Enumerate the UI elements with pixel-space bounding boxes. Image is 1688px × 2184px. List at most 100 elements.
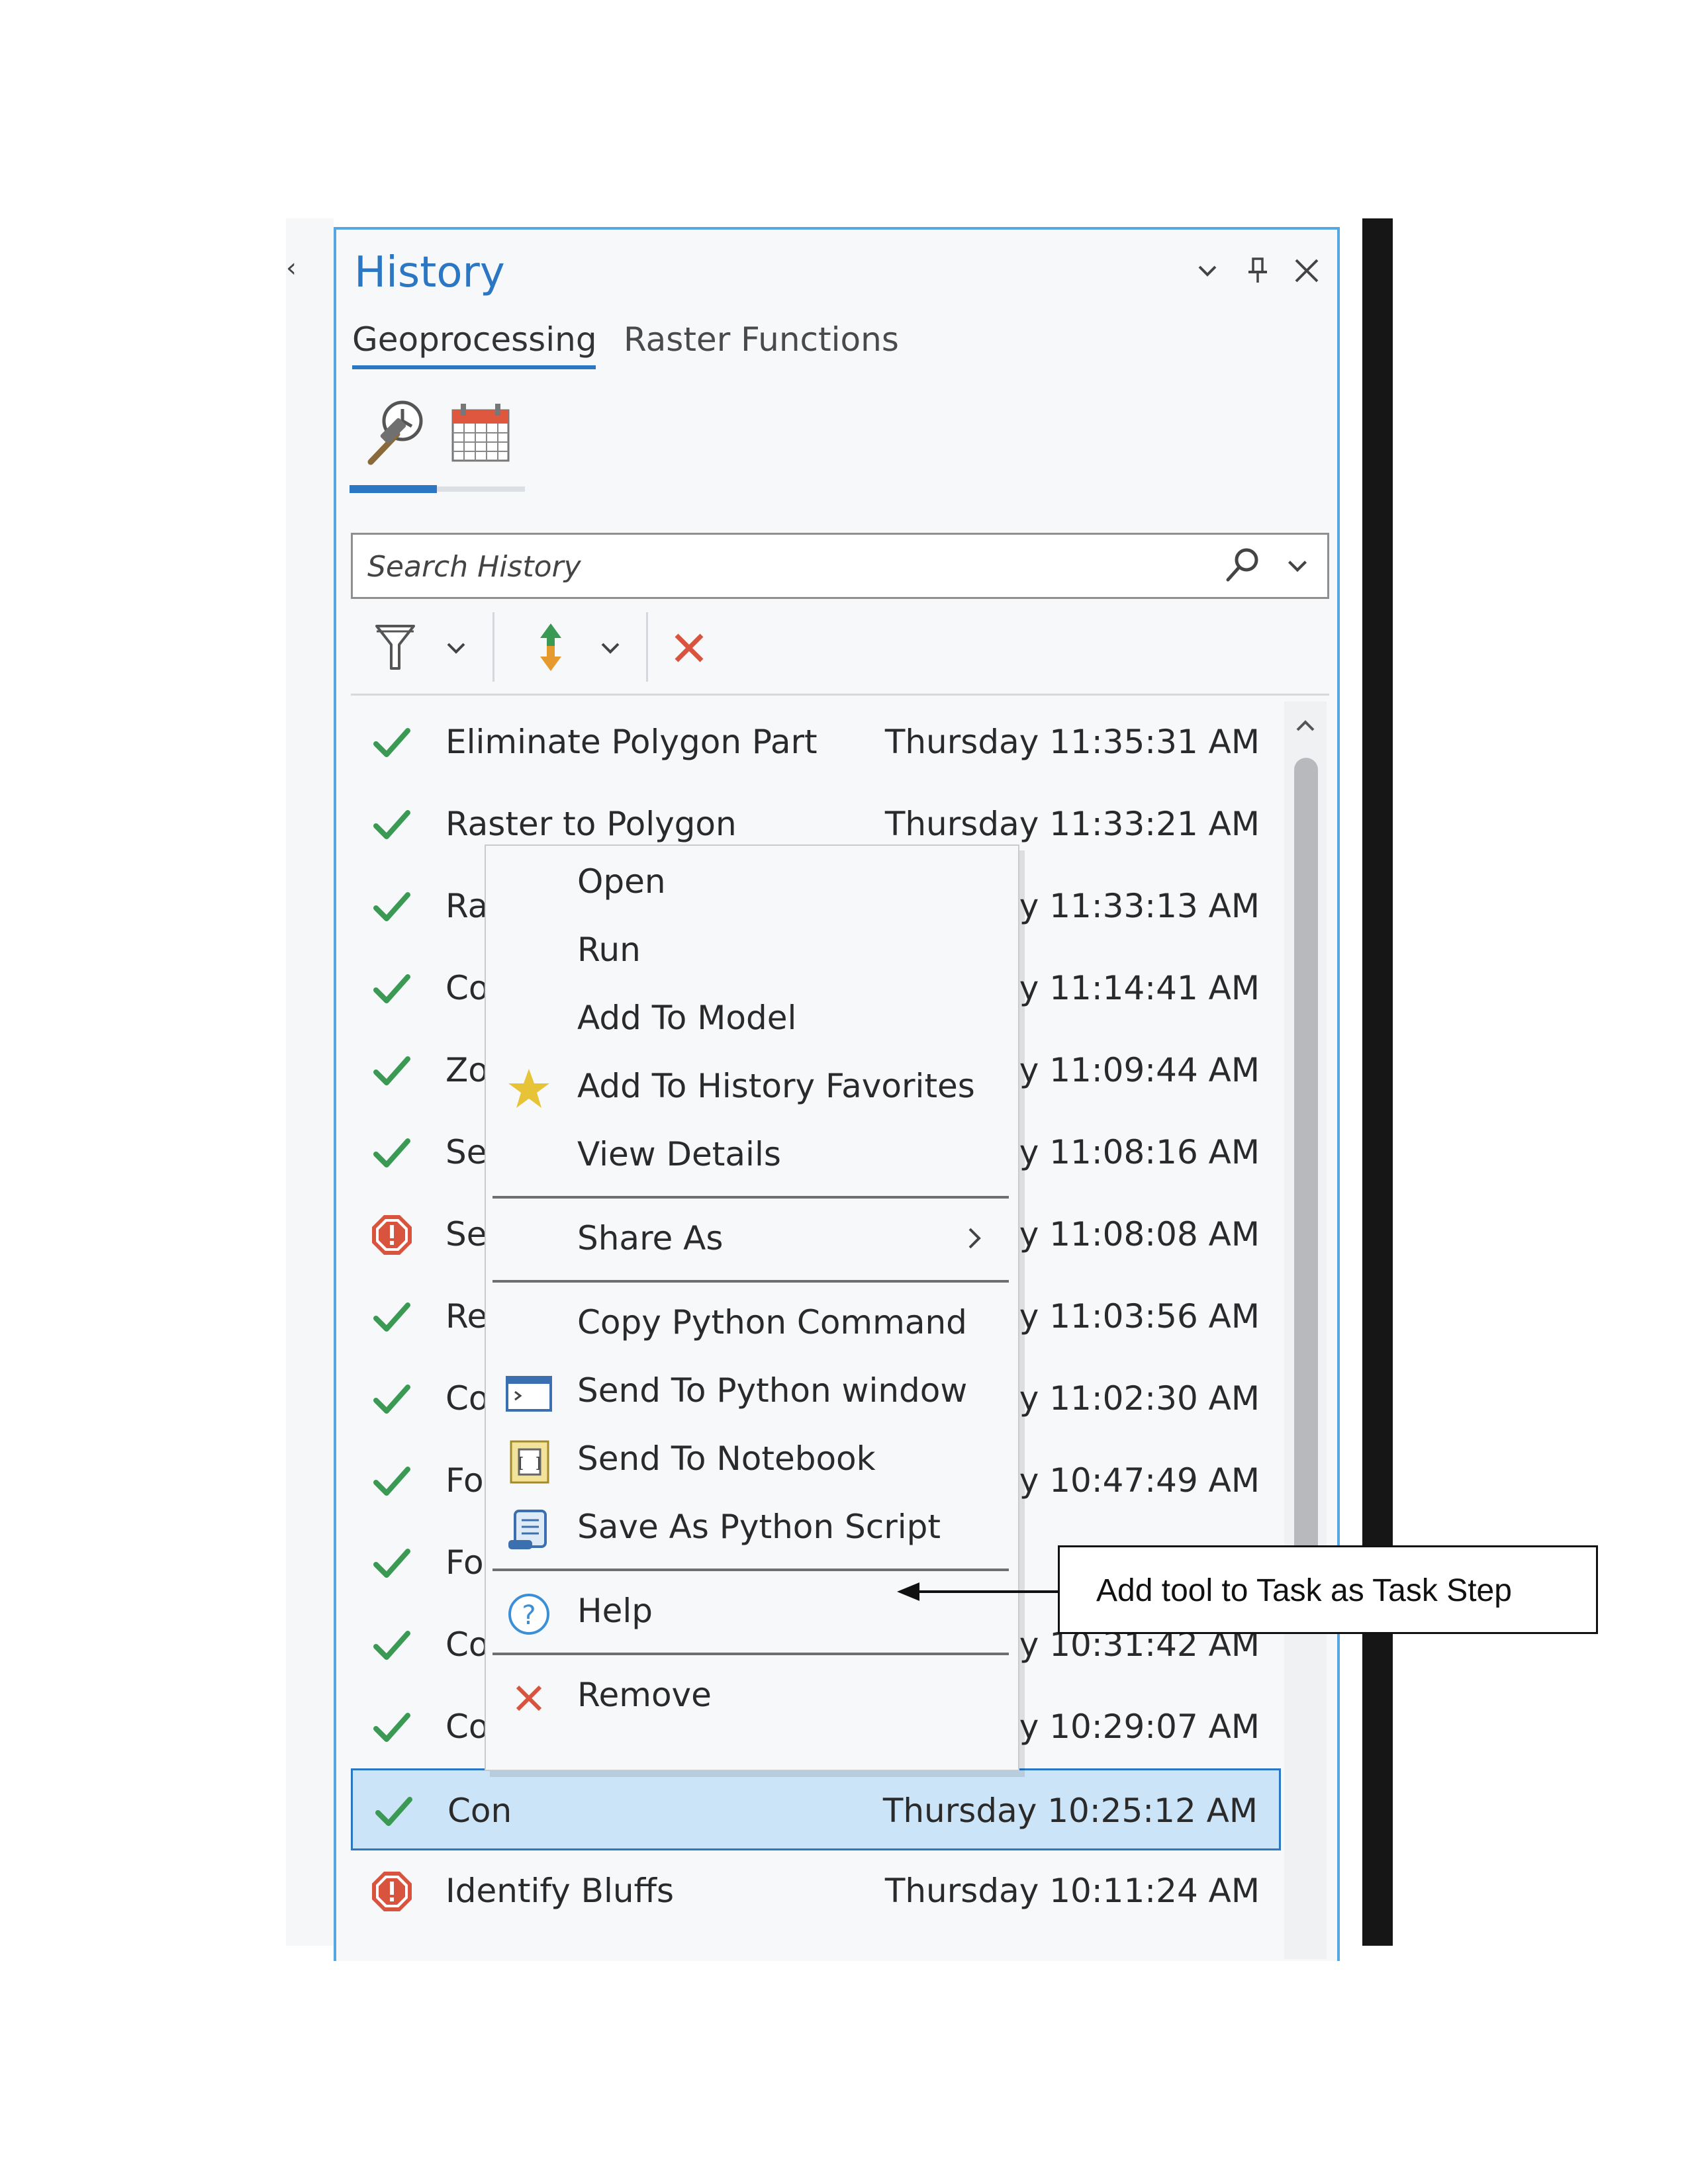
menu-separator — [492, 1569, 1009, 1571]
search-input[interactable] — [366, 543, 1216, 590]
history-tool-name: Raster to Polygon — [445, 805, 737, 843]
history-timestamp: Thursday 10:25:12 AM — [882, 1792, 1258, 1830]
menu-item-label: Add To Model — [577, 999, 797, 1037]
svg-text:[ ]: [ ] — [516, 1455, 543, 1472]
menu-item-label: Remove — [577, 1676, 712, 1714]
success-check-icon — [373, 1138, 410, 1167]
calendar-icon[interactable] — [449, 401, 512, 465]
callout-text: Add tool to Task as Task Step — [1096, 1573, 1512, 1608]
menu-item-label: Save As Python Script — [577, 1508, 941, 1546]
toolbar-separator — [492, 612, 494, 682]
search-icon[interactable] — [1221, 544, 1264, 586]
history-tool-name: Co — [445, 969, 489, 1007]
error-icon — [372, 1215, 412, 1255]
sort-chevron-icon[interactable] — [594, 632, 626, 664]
menu-separator — [492, 1653, 1009, 1655]
history-tool-name: Ra — [445, 887, 489, 925]
menu-item-send-to-python-window[interactable]: Send To Python window — [486, 1357, 1018, 1424]
history-row[interactable]: Identify Bluffs Thursday 10:11:24 AM — [351, 1850, 1281, 1933]
menu-item-label: Send To Notebook — [577, 1439, 876, 1478]
success-check-icon — [373, 1713, 410, 1742]
pane-gap — [1342, 218, 1362, 1946]
menu-item-share-as[interactable]: Share As — [486, 1205, 1018, 1271]
scroll-up-icon[interactable] — [1291, 711, 1320, 741]
menu-item-add-to-model[interactable]: Add To Model — [486, 985, 1018, 1051]
menu-item-view-details[interactable]: View Details — [486, 1121, 1018, 1187]
submenu-chevron-right-icon — [968, 1228, 981, 1249]
menu-item-label: Send To Python window — [577, 1371, 968, 1410]
success-check-icon — [373, 1467, 410, 1496]
menu-item-send-to-notebook[interactable]: [ ] Send To Notebook — [486, 1426, 1018, 1492]
history-timestamp: Thursday 11:35:31 AM — [884, 723, 1260, 761]
history-tool-name: Fo — [445, 1461, 484, 1500]
toolbar-separator — [646, 612, 648, 682]
star-icon — [508, 1069, 549, 1108]
menu-item-label: Run — [577, 931, 641, 969]
filter-icon[interactable] — [374, 622, 416, 672]
pane-edge-bar — [1362, 218, 1393, 1946]
history-tool-name: Re — [445, 1297, 488, 1336]
sort-icon[interactable] — [530, 622, 572, 672]
history-tool-name: Con — [447, 1792, 512, 1830]
annotation-callout: Add tool to Task as Task Step — [1058, 1545, 1598, 1634]
adjacent-pane-strip — [286, 218, 334, 1946]
scrollbar-thumb[interactable] — [1294, 758, 1318, 1572]
success-check-icon — [373, 974, 410, 1003]
history-tool-name: Se — [445, 1133, 487, 1171]
close-icon[interactable] — [1291, 255, 1323, 287]
history-timestamp: Thursday 10:11:24 AM — [884, 1872, 1260, 1910]
pin-icon[interactable] — [1242, 255, 1274, 287]
remove-icon — [516, 1685, 542, 1711]
menu-separator — [492, 1280, 1009, 1283]
menu-item-run[interactable]: Run — [486, 917, 1018, 983]
search-options-chevron-icon[interactable] — [1281, 549, 1314, 582]
success-check-icon — [373, 1549, 410, 1578]
history-tool-name: Co — [445, 1379, 489, 1418]
success-check-icon — [373, 728, 410, 757]
success-check-icon — [373, 1385, 410, 1414]
view-toggle-active-indicator — [350, 485, 437, 493]
callout-arrow — [897, 1582, 1059, 1601]
tab-geoprocessing[interactable]: Geoprocessing — [352, 319, 597, 360]
options-chevron-icon[interactable] — [1192, 255, 1223, 287]
history-tool-name: Eliminate Polygon Part — [445, 723, 818, 761]
notebook-icon: [ ] — [510, 1440, 549, 1484]
tab-raster-functions[interactable]: Raster Functions — [624, 319, 899, 360]
history-tool-name: Se — [445, 1215, 487, 1253]
svg-text:?: ? — [522, 1600, 536, 1631]
menu-separator — [492, 1196, 1009, 1199]
menu-item-label: Help — [577, 1592, 653, 1630]
pane-title: History — [354, 248, 505, 297]
search-box[interactable] — [351, 533, 1329, 599]
menu-item-remove[interactable]: Remove — [486, 1662, 1018, 1728]
history-tool-name: Co — [445, 1707, 489, 1746]
history-timestamp: Thursday 11:33:21 AM — [884, 805, 1260, 843]
menu-item-label: View Details — [577, 1135, 781, 1173]
menu-item-open[interactable]: Open — [486, 848, 1018, 915]
menu-item-label: Add To History Favorites — [577, 1067, 975, 1105]
python-window-icon — [506, 1376, 552, 1412]
menu-item-label: Open — [577, 862, 666, 901]
menu-item-copy-python-command[interactable]: Copy Python Command — [486, 1289, 1018, 1355]
toolbar-divider — [351, 694, 1329, 696]
history-row[interactable]: Eliminate Polygon Part Thursday 11:35:31 … — [351, 702, 1281, 784]
success-check-icon — [373, 1056, 410, 1085]
menu-item-add-to-history-favorites[interactable]: Add To History Favorites — [486, 1053, 1018, 1119]
collapse-left-icon[interactable]: ‹ — [286, 255, 306, 281]
success-check-icon — [373, 1631, 410, 1660]
clear-history-icon[interactable] — [670, 629, 708, 667]
error-icon — [372, 1872, 412, 1911]
success-check-icon — [375, 1797, 412, 1826]
success-check-icon — [373, 810, 410, 839]
menu-item-save-as-python-script[interactable]: Save As Python Script — [486, 1494, 1018, 1560]
tool-history-icon[interactable] — [357, 396, 430, 469]
history-tool-name: Zo — [445, 1051, 489, 1089]
history-tool-name: Identify Bluffs — [445, 1872, 675, 1910]
context-menu: Open Run Add To Model Add To History Favori… — [485, 844, 1019, 1771]
active-tab-underline — [352, 365, 596, 369]
menu-item-label: Copy Python Command — [577, 1303, 967, 1342]
history-row[interactable]: Con Thursday 10:25:12 AM — [351, 1768, 1281, 1850]
filter-chevron-icon[interactable] — [440, 632, 472, 664]
menu-item-label: Share As — [577, 1219, 724, 1257]
python-script-icon — [508, 1510, 547, 1549]
